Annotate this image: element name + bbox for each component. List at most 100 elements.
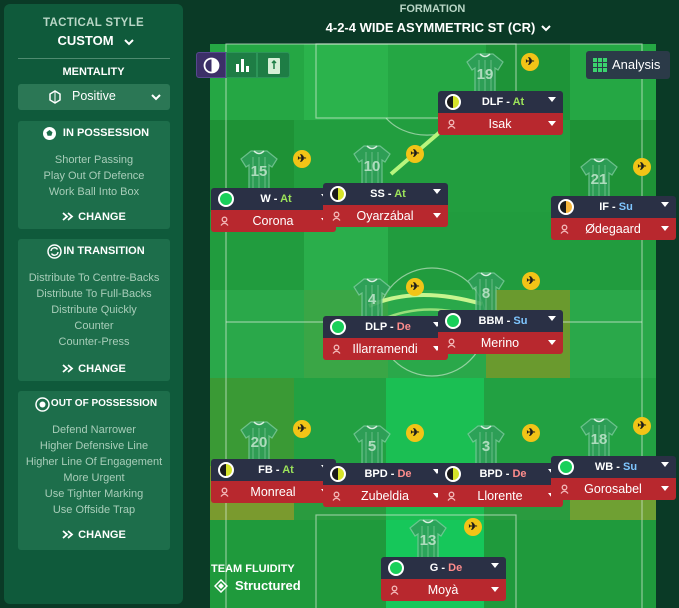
- instruction-item: Shorter Passing: [54, 154, 134, 166]
- role-selector[interactable]: IF - Su: [551, 196, 676, 218]
- player-shirt[interactable]: 18: [579, 417, 619, 461]
- player-shirt[interactable]: 8: [466, 271, 506, 315]
- pin-icon: [390, 585, 399, 595]
- tactical-style-dropdown[interactable]: CUSTOM: [4, 32, 183, 52]
- role-selector[interactable]: G - De: [381, 557, 506, 579]
- role-suitability-indicator: [445, 94, 461, 110]
- pin-icon: [332, 211, 341, 221]
- player-selector[interactable]: Moyà: [381, 579, 506, 601]
- role-selector[interactable]: FB - At: [211, 459, 336, 481]
- role-selector[interactable]: DLP - De: [323, 316, 448, 338]
- role-code: BPD: [479, 468, 503, 480]
- airplane-icon[interactable]: ✈: [406, 278, 424, 296]
- player-name: Isak: [488, 117, 512, 131]
- shirt-number: 20: [250, 434, 268, 451]
- player-shirt[interactable]: 10: [352, 144, 392, 188]
- role-selector[interactable]: DLF - At: [438, 91, 563, 113]
- role-duty: Su: [513, 315, 528, 327]
- shirt-number: 4: [367, 291, 377, 308]
- role-selector[interactable]: BPD - De: [323, 463, 448, 485]
- chevron-down-icon: [548, 121, 556, 126]
- instruction-item: Defend Narrower: [52, 424, 136, 436]
- shirt-number: 13: [419, 532, 437, 549]
- chevron-down-icon: [661, 202, 669, 207]
- player-shirt[interactable]: 4: [352, 277, 392, 321]
- airplane-icon[interactable]: ✈: [293, 420, 311, 438]
- player-selector[interactable]: Oyarzábal: [323, 205, 448, 227]
- role-selector[interactable]: WB - Su: [551, 456, 676, 478]
- team-fluidity-value: Structured: [235, 578, 301, 593]
- player-card[interactable]: SS - At Oyarzábal: [323, 183, 448, 227]
- airplane-icon[interactable]: ✈: [522, 424, 540, 442]
- airplane-icon[interactable]: ✈: [293, 150, 311, 168]
- player-shirt[interactable]: 19: [465, 52, 505, 96]
- out-of-possession-title: OUT OF POSSESSION: [50, 398, 158, 409]
- stats-button[interactable]: [226, 52, 257, 78]
- airplane-icon[interactable]: ✈: [522, 272, 540, 290]
- contrast-button[interactable]: [196, 52, 226, 78]
- formation-dropdown[interactable]: 4-2-4 WIDE ASYMMETRIC ST (CR): [296, 18, 566, 38]
- out-of-possession-change-button[interactable]: CHANGE: [18, 529, 170, 541]
- role-suitability-indicator: [558, 459, 574, 475]
- pitch-view-button[interactable]: [257, 52, 290, 78]
- role-duty: At: [280, 193, 292, 205]
- player-card[interactable]: FB - At Monreal: [211, 459, 336, 503]
- airplane-icon[interactable]: ✈: [633, 158, 651, 176]
- player-card[interactable]: DLP - De Illarramendi: [323, 316, 448, 360]
- player-shirt[interactable]: 3: [466, 424, 506, 468]
- divider: [18, 58, 170, 59]
- player-card[interactable]: BBM - Su Merino: [438, 310, 563, 354]
- player-selector[interactable]: Llorente: [438, 485, 563, 507]
- role-sep: -: [608, 201, 619, 213]
- in-possession-change-button[interactable]: CHANGE: [18, 211, 170, 223]
- player-shirt[interactable]: 13: [408, 518, 448, 562]
- role-selector[interactable]: SS - At: [323, 183, 448, 205]
- pin-icon: [447, 119, 456, 129]
- role-selector[interactable]: W - At: [211, 188, 336, 210]
- player-card[interactable]: DLF - At Isak: [438, 91, 563, 135]
- player-card[interactable]: BPD - De Llorente: [438, 463, 563, 507]
- player-shirt[interactable]: 20: [239, 420, 279, 464]
- role-selector[interactable]: BPD - De: [438, 463, 563, 485]
- airplane-icon[interactable]: ✈: [406, 424, 424, 442]
- change-label: CHANGE: [78, 211, 126, 223]
- player-selector[interactable]: Illarramendi: [323, 338, 448, 360]
- pin-icon: [447, 491, 456, 501]
- role-duty: At: [394, 188, 406, 200]
- player-shirt[interactable]: 15: [239, 149, 279, 193]
- player-name: Merino: [480, 336, 520, 350]
- chevron-down-icon: [151, 94, 161, 101]
- player-card[interactable]: BPD - De Zubeldia: [323, 463, 448, 507]
- airplane-icon[interactable]: ✈: [406, 145, 424, 163]
- player-card[interactable]: W - At Corona: [211, 188, 336, 232]
- airplane-icon[interactable]: ✈: [464, 518, 482, 536]
- player-selector[interactable]: Gorosabel: [551, 478, 676, 500]
- player-shirt[interactable]: 5: [352, 424, 392, 468]
- role-suitability-indicator: [388, 560, 404, 576]
- player-card[interactable]: G - De Moyà: [381, 557, 506, 601]
- player-selector[interactable]: Isak: [438, 113, 563, 135]
- role-label: WB - Su: [581, 461, 651, 473]
- role-selector[interactable]: BBM - Su: [438, 310, 563, 332]
- player-card[interactable]: WB - Su Gorosabel: [551, 456, 676, 500]
- player-selector[interactable]: Monreal: [211, 481, 336, 503]
- grid-icon: [593, 58, 607, 72]
- role-label: SS - At: [353, 188, 423, 200]
- airplane-icon[interactable]: ✈: [521, 53, 539, 71]
- player-selector[interactable]: Merino: [438, 332, 563, 354]
- airplane-icon[interactable]: ✈: [633, 417, 651, 435]
- analysis-button[interactable]: Analysis: [586, 51, 670, 79]
- player-name: Illarramendi: [352, 342, 418, 356]
- mentality-dropdown[interactable]: Positive: [18, 84, 170, 110]
- change-label: CHANGE: [78, 529, 126, 541]
- player-card[interactable]: IF - Su Ødegaard: [551, 196, 676, 240]
- player-selector[interactable]: Zubeldia: [323, 485, 448, 507]
- player-selector[interactable]: Corona: [211, 210, 336, 232]
- player-shirt[interactable]: 21: [579, 157, 619, 201]
- role-suitability-indicator: [445, 313, 461, 329]
- role-sep: -: [613, 461, 624, 473]
- team-fluidity-label: TEAM FLUIDITY: [211, 563, 295, 575]
- player-selector[interactable]: Ødegaard: [551, 218, 676, 240]
- in-transition-change-button[interactable]: CHANGE: [18, 363, 170, 375]
- role-sep: -: [384, 188, 395, 200]
